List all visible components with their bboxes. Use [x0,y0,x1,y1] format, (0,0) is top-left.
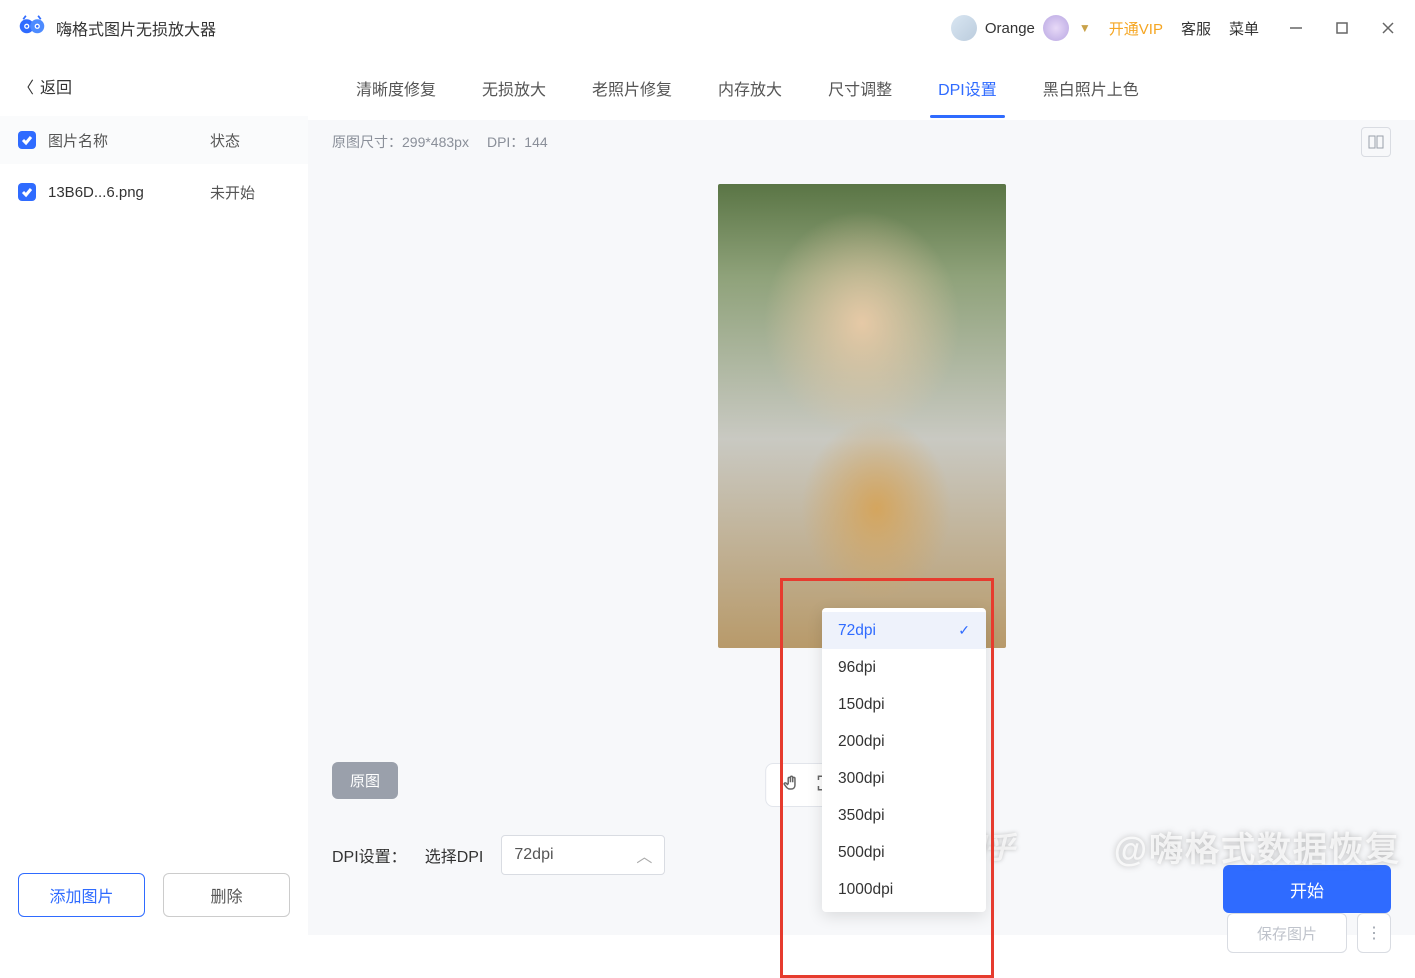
tab-0[interactable]: 清晰度修复 [338,58,454,118]
dpi-option-label: 200dpi [838,733,885,751]
dpi-option-label: 96dpi [838,659,876,677]
select-all-checkbox[interactable] [18,131,36,149]
dpi-option-label: 300dpi [838,770,885,788]
save-image-button[interactable]: 保存图片 [1227,913,1347,953]
info-row: 原图尺寸： 299*483px DPI： 144 [308,120,1415,164]
back-label: 返回 [40,74,72,98]
dpi-option[interactable]: 96dpi [822,649,986,686]
tab-3[interactable]: 内存放大 [700,58,800,118]
tab-2[interactable]: 老照片修复 [574,58,690,118]
dpi-option-label: 150dpi [838,696,885,714]
chevron-left-icon: 〈 [18,74,34,98]
tab-5[interactable]: DPI设置 [920,58,1015,118]
caret-down-icon: ▼ [1079,21,1091,35]
more-options-button[interactable]: ⋮ [1357,913,1391,953]
file-name: 13B6D...6.png [48,184,210,201]
back-button[interactable]: 〈 返回 [0,56,308,116]
dpi-option-label: 500dpi [838,844,885,862]
dpi-select-label: 选择DPI [425,843,484,867]
titlebar: 嗨格式图片无损放大器 Orange ▼ 开通VIP 客服 菜单 [0,0,1415,56]
dpi-option-label: 1000dpi [838,881,893,899]
dpi-option[interactable]: 500dpi [822,834,986,871]
column-name: 图片名称 [48,130,210,151]
file-checkbox[interactable] [18,183,36,201]
check-icon: ✓ [958,622,970,639]
tabs: 清晰度修复无损放大老照片修复内存放大尺寸调整DPI设置黑白照片上色 [308,56,1415,120]
right-panel: 清晰度修复无损放大老照片修复内存放大尺寸调整DPI设置黑白照片上色 原图尺寸： … [308,56,1415,935]
vip-link[interactable]: 开通VIP [1109,18,1163,39]
user-badge-icon [1043,15,1069,41]
dpi-option[interactable]: 72dpi ✓ [822,612,986,649]
file-row[interactable]: 13B6D...6.png未开始 [0,164,308,220]
dpi-settings-label: DPI设置： [332,843,407,867]
dpi-option-label: 72dpi [838,622,876,640]
file-status: 未开始 [210,182,290,203]
user-avatar-icon [951,15,977,41]
dpi-option[interactable]: 300dpi [822,760,986,797]
dpi-option[interactable]: 350dpi [822,797,986,834]
window-minimize-button[interactable] [1287,19,1305,37]
user-area[interactable]: Orange ▼ [951,15,1091,41]
tab-4[interactable]: 尺寸调整 [810,58,910,118]
tab-6[interactable]: 黑白照片上色 [1025,58,1157,118]
dpi-option[interactable]: 150dpi [822,686,986,723]
brand-watermark: @嗨格式数据恢复 [1114,822,1401,871]
delete-button[interactable]: 删除 [163,873,290,917]
dpi-dropdown: 72dpi ✓ 96dpi 150dpi 200dpi 300dpi 350dpi 500dp… [822,608,986,912]
column-status: 状态 [210,130,290,151]
size-value: 299*483px [402,134,469,150]
app-title: 嗨格式图片无损放大器 [56,16,216,40]
user-name: Orange [985,20,1035,37]
menu-link[interactable]: 菜单 [1229,18,1259,39]
dpi-option[interactable]: 1000dpi [822,871,986,908]
dpi-selected-value: 72dpi [514,846,553,864]
tab-1[interactable]: 无损放大 [464,58,564,118]
app-logo-icon [18,14,46,42]
start-button[interactable]: 开始 [1223,865,1391,913]
pan-hand-icon[interactable] [782,774,800,797]
dpi-value: 144 [524,134,547,150]
dpi-label: DPI： [487,132,524,152]
size-label: 原图尺寸： [332,132,402,152]
dpi-option[interactable]: 200dpi [822,723,986,760]
chevron-up-icon: ︿ [636,843,652,867]
dpi-settings-row: DPI设置： 选择DPI 72dpi ︿ [332,835,665,875]
file-list-header: 图片名称 状态 [0,116,308,164]
left-panel: 〈 返回 图片名称 状态 13B6D...6.png未开始 添加图片 删除 [0,56,308,935]
add-image-button[interactable]: 添加图片 [18,873,145,917]
preview-image [718,184,1006,648]
support-link[interactable]: 客服 [1181,18,1211,39]
original-badge: 原图 [332,762,398,799]
window-maximize-button[interactable] [1333,19,1351,37]
window-close-button[interactable] [1379,19,1397,37]
dpi-select[interactable]: 72dpi ︿ [501,835,665,875]
compare-toggle-icon[interactable] [1361,127,1391,157]
dpi-option-label: 350dpi [838,807,885,825]
preview-area: 原图 − 100% + DPI设置： 选择DPI 72dpi ︿ [308,164,1415,935]
